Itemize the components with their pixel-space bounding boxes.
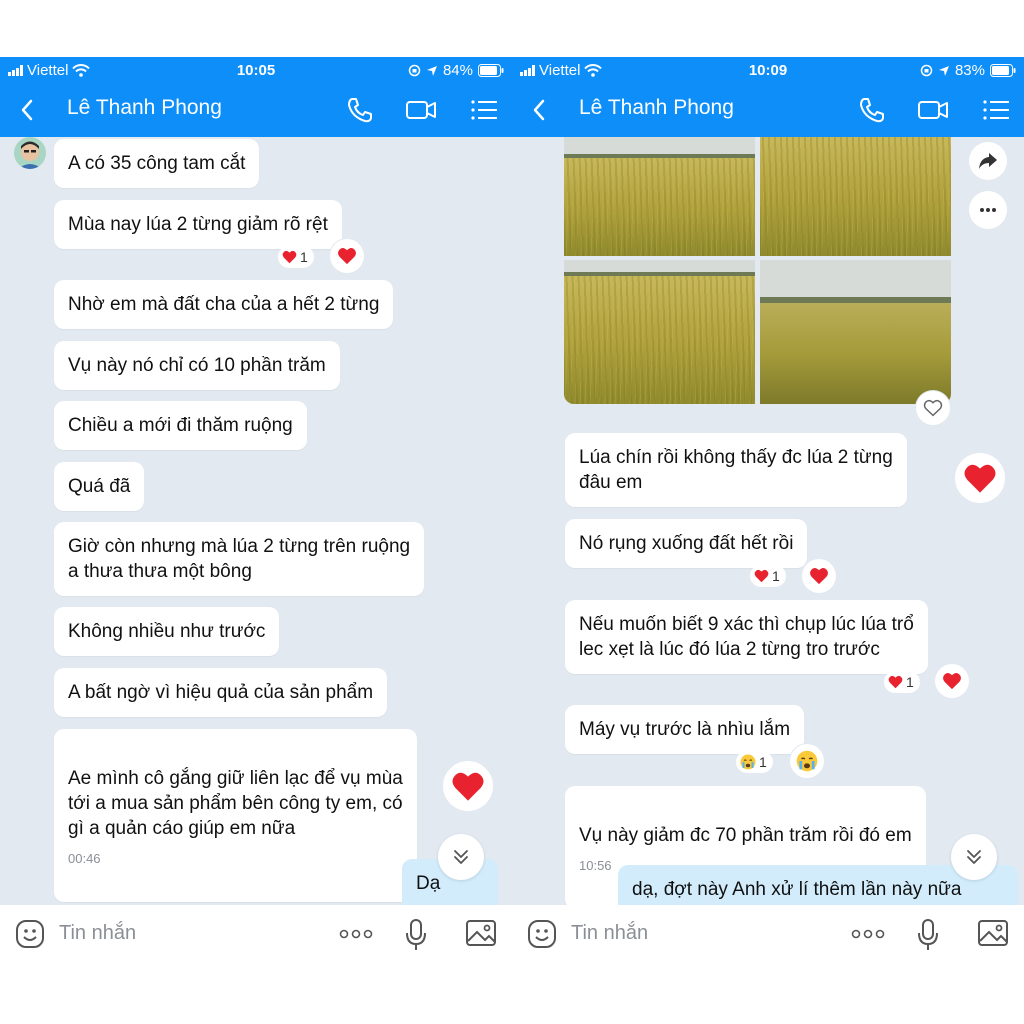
reaction-number: 1 [906, 674, 914, 690]
chat-header: Lê Thanh Phong [512, 83, 1024, 137]
reaction-number: 1 [759, 754, 767, 770]
message-bubble[interactable]: Ae mình cô gắng giữ liên lạc để vụ mùa t… [54, 729, 417, 902]
message-bubble[interactable]: Nếu muốn biết 9 xác thì chụp lúc lúa trổ… [565, 600, 928, 674]
message-bubble[interactable]: Mùa nay lúa 2 từng giảm rõ rệt [54, 200, 342, 249]
crying-face-icon [796, 750, 818, 772]
message-bubble[interactable]: Lúa chín rồi không thấy đc lúa 2 từng đâ… [565, 433, 907, 507]
reaction-number: 1 [300, 249, 308, 265]
heart-icon [964, 464, 996, 493]
react-button[interactable] [790, 744, 824, 778]
scroll-down-button[interactable] [438, 834, 484, 880]
battery-area: 84% [408, 62, 504, 79]
status-bar: Viettel 10:09 83% [512, 57, 1024, 83]
share-button[interactable] [969, 142, 1007, 180]
orientation-lock-icon [408, 64, 421, 77]
message-bubble[interactable]: Chiều a mới đi thăm ruộng [54, 401, 307, 450]
message-input[interactable]: Tin nhắn [59, 922, 136, 945]
microphone-icon[interactable] [404, 918, 428, 952]
menu-list-icon[interactable] [981, 95, 1013, 125]
react-button[interactable] [935, 664, 969, 698]
avatar-face-icon [18, 141, 42, 169]
reaction-count[interactable]: 1 [884, 671, 920, 693]
message-bubble[interactable]: Không nhiều như trước [54, 607, 280, 656]
message-bubble[interactable]: A bất ngờ vì hiệu quả của sản phẩm [54, 668, 388, 717]
rice-field-photo[interactable] [564, 137, 755, 256]
video-call-icon[interactable] [405, 95, 437, 125]
menu-list-icon[interactable] [469, 95, 501, 125]
heart-icon [282, 250, 297, 264]
react-button[interactable] [443, 761, 493, 811]
orientation-lock-icon [920, 64, 933, 77]
battery-percent: 83% [954, 62, 985, 79]
message-text: Ae mình cô gắng giữ liên lạc để vụ mùa t… [68, 768, 403, 839]
microphone-icon[interactable] [916, 918, 940, 952]
react-button[interactable] [955, 453, 1005, 503]
reaction-count[interactable]: 1 [278, 246, 314, 268]
double-chevron-down-icon [454, 850, 468, 864]
battery-area: 83% [920, 62, 1016, 79]
message-bubble[interactable]: Quá đã [54, 462, 145, 511]
more-dots-icon [980, 208, 996, 212]
message-bubble[interactable]: Nhờ em mà đất cha của a hết 2 từng [54, 280, 394, 329]
scroll-down-button[interactable] [951, 834, 997, 880]
heart-outline-icon [923, 399, 943, 417]
location-icon [426, 65, 437, 76]
heart-icon [452, 772, 484, 801]
message-bubble[interactable]: Giờ còn nhưng mà lúa 2 từng trên ruộng a… [54, 522, 425, 596]
message-bubble[interactable]: Vụ này nó chỉ có 10 phần trăm [54, 341, 340, 390]
contact-name[interactable]: Lê Thanh Phong [67, 96, 222, 120]
double-chevron-down-icon [967, 850, 981, 864]
rice-field-photo[interactable] [760, 260, 951, 404]
chat-header: Lê Thanh Phong [0, 83, 512, 137]
back-arrow-icon[interactable] [12, 95, 42, 125]
message-input[interactable]: Tin nhắn [571, 922, 648, 945]
reaction-count[interactable]: 1 [736, 751, 773, 773]
heart-icon [888, 675, 903, 689]
video-call-icon[interactable] [917, 95, 949, 125]
reaction-count[interactable]: 1 [750, 565, 786, 587]
more-options-button[interactable] [969, 191, 1007, 229]
message-time: 00:46 [68, 851, 101, 866]
phone-icon[interactable] [856, 95, 888, 125]
reaction-number: 1 [772, 568, 780, 584]
contact-name[interactable]: Lê Thanh Phong [579, 96, 734, 120]
image-icon[interactable] [977, 918, 1009, 948]
phone-icon[interactable] [344, 95, 376, 125]
avatar[interactable] [14, 137, 46, 169]
crying-face-icon [740, 754, 756, 770]
message-bubble[interactable]: Nó rụng xuống đất hết rồi [565, 519, 808, 568]
sticker-icon[interactable] [14, 918, 46, 950]
message-input-bar: Tin nhắn [512, 905, 1024, 965]
message-input-bar: Tin nhắn [0, 905, 512, 965]
location-icon [938, 65, 949, 76]
image-icon[interactable] [465, 918, 497, 948]
heart-icon [810, 568, 828, 585]
share-arrow-icon [979, 153, 997, 169]
battery-icon [478, 64, 504, 77]
chat-screen-right: Viettel 10:09 83% Lê Thanh Phong Lúa chí… [512, 57, 1024, 965]
heart-icon [754, 569, 769, 583]
back-arrow-icon[interactable] [524, 95, 554, 125]
sticker-icon[interactable] [526, 918, 558, 950]
more-icon[interactable] [850, 927, 886, 941]
message-text: Vụ này giảm đc 70 phần trăm rồi đó em [579, 825, 912, 846]
status-bar: Viettel 10:05 84% [0, 57, 512, 83]
battery-percent: 84% [442, 62, 473, 79]
message-bubble[interactable]: A có 35 công tam cắt [54, 139, 260, 188]
chat-screen-left: Viettel 10:05 84% Lê Thanh Phong A có 35… [0, 57, 512, 965]
rice-field-photo[interactable] [564, 260, 755, 404]
react-button[interactable] [330, 239, 364, 273]
heart-icon [338, 248, 356, 265]
react-button[interactable] [916, 391, 950, 425]
more-icon[interactable] [338, 927, 374, 941]
battery-icon [990, 64, 1016, 77]
rice-field-photo[interactable] [760, 137, 951, 256]
react-button[interactable] [802, 559, 836, 593]
message-bubble[interactable]: Máy vụ trước là nhìu lắm [565, 705, 805, 754]
heart-icon [943, 673, 961, 690]
